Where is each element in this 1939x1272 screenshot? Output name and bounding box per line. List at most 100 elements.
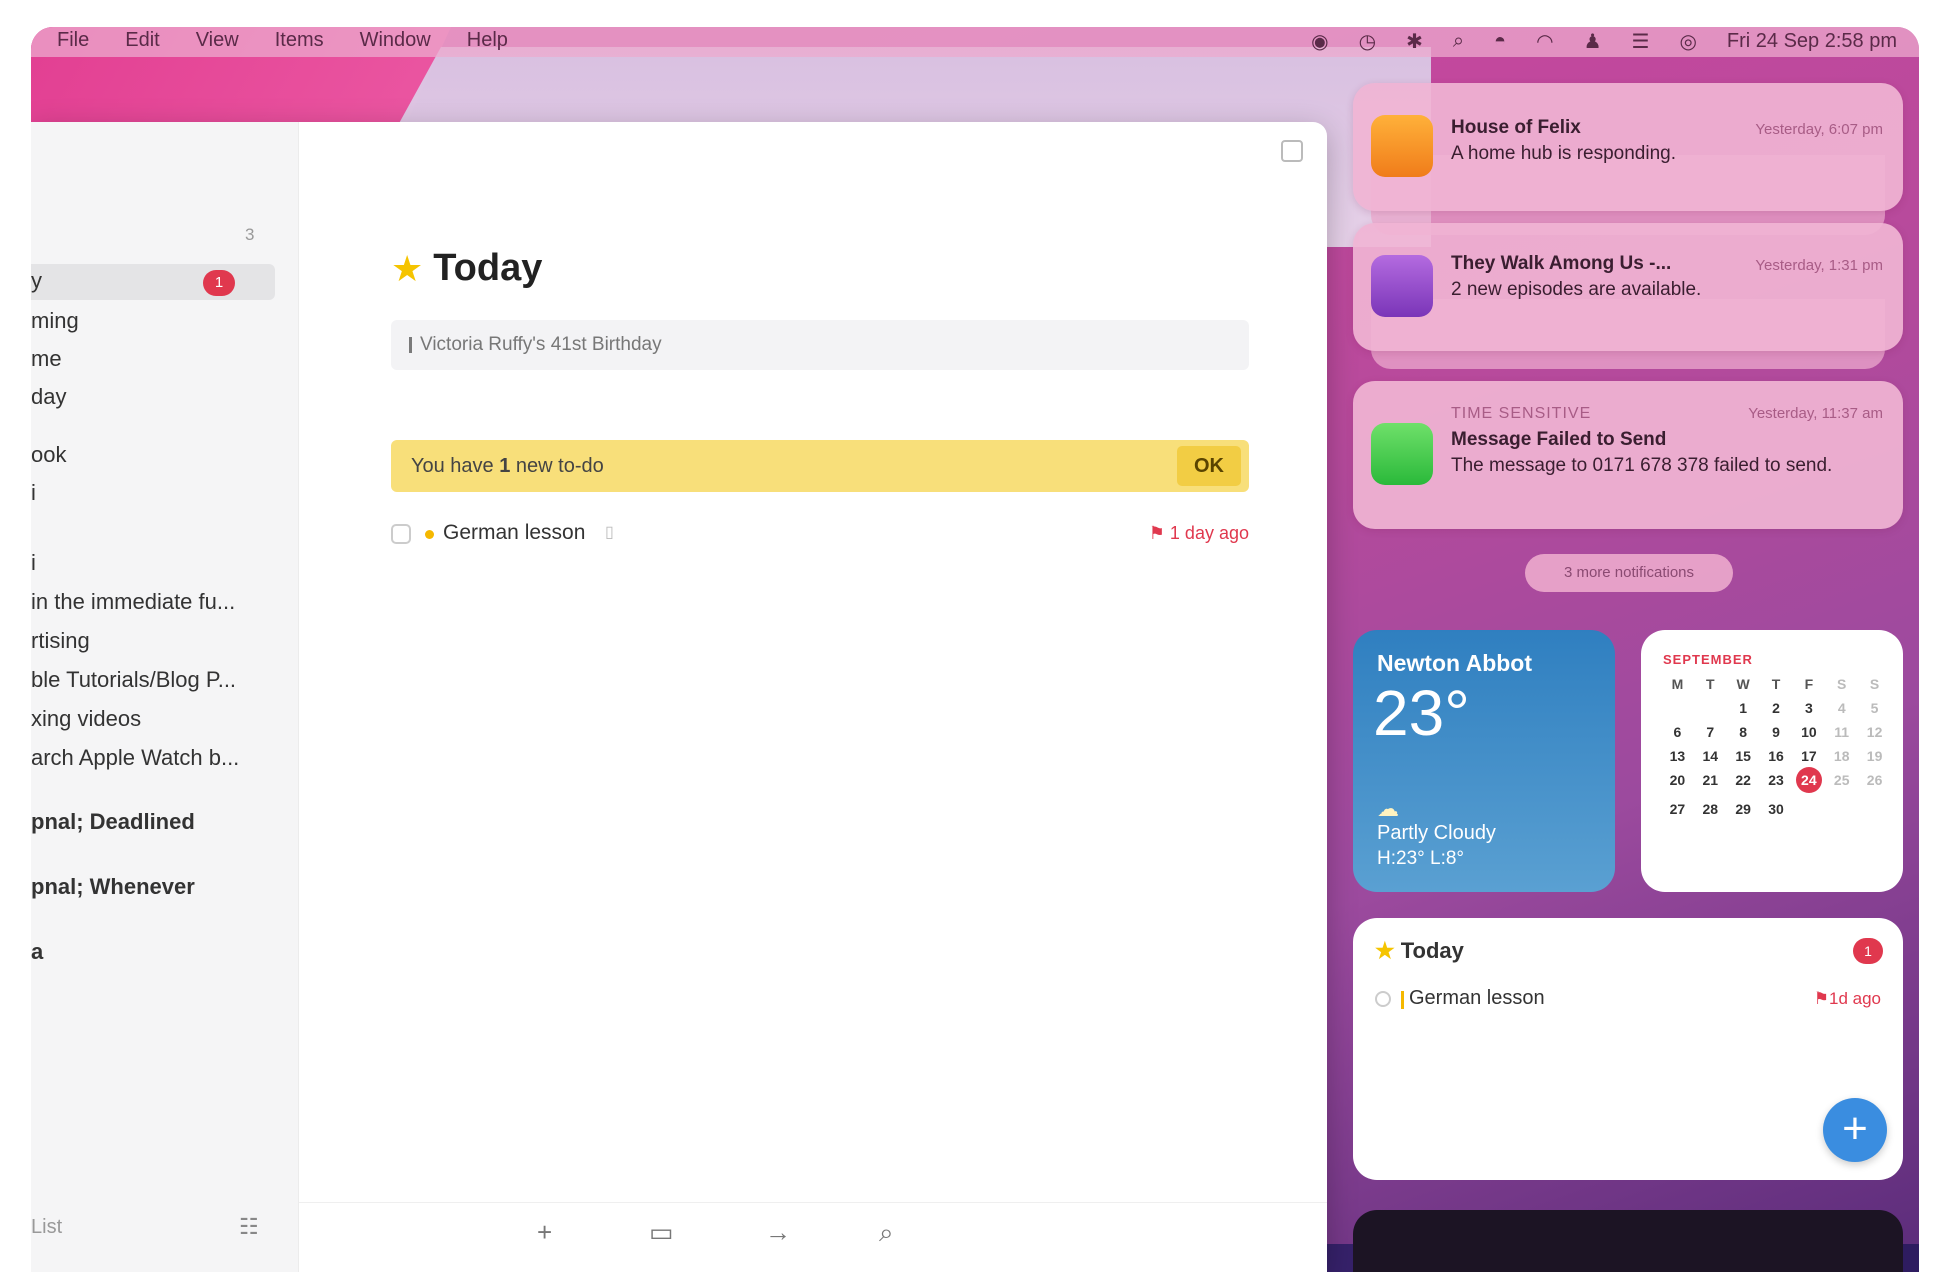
calendar-event[interactable]: Victoria Ruffy's 41st Birthday xyxy=(391,320,1249,370)
priority-dot xyxy=(425,530,434,539)
calendar-day: 17 xyxy=(1801,748,1817,764)
today-widget-task[interactable]: German lesson ⚑1d ago xyxy=(1375,986,1881,1016)
calendar-day xyxy=(1858,801,1891,817)
new-list-button[interactable]: List xyxy=(31,1216,62,1239)
sidebar-item[interactable]: pnal; Deadlined xyxy=(31,809,195,835)
notification-title: House of Felix xyxy=(1451,117,1581,138)
sidebar-item[interactable]: rtising xyxy=(31,628,90,654)
sidebar-item-today[interactable]: y xyxy=(31,268,42,294)
sidebar-item[interactable]: me xyxy=(31,346,62,372)
calendar-day: 26 xyxy=(1866,772,1883,788)
siri-icon[interactable]: ◎ xyxy=(1679,29,1696,54)
calendar-day-header: W xyxy=(1736,676,1750,692)
arrow-right-icon[interactable]: → xyxy=(765,1217,791,1248)
search-icon[interactable]: ⌕ xyxy=(879,1217,894,1249)
menubar-datetime[interactable]: Fri 24 Sep 2:58 pm xyxy=(1727,30,1897,53)
calendar-day-header: S xyxy=(1837,676,1847,692)
sliders-icon[interactable]: ☷ xyxy=(239,1214,259,1240)
sidebar-item[interactable]: arch Apple Watch b... xyxy=(31,745,239,771)
menu-view[interactable]: View xyxy=(196,29,239,52)
calendar-day: 2 xyxy=(1772,700,1780,716)
task-due: ⚑ 1 day ago xyxy=(1149,523,1249,544)
flag-icon: ⚑ xyxy=(1148,523,1170,543)
weather-condition: Partly Cloudy xyxy=(1377,822,1496,844)
menu-edit[interactable]: Edit xyxy=(125,29,159,52)
calendar-day: 29 xyxy=(1735,801,1751,817)
sidebar-item[interactable]: ook xyxy=(31,442,66,468)
user-icon[interactable]: ◉ xyxy=(1311,29,1328,54)
plus-icon[interactable]: + xyxy=(537,1217,552,1248)
menu-help[interactable]: Help xyxy=(467,29,508,52)
time-machine-icon[interactable]: ◷ xyxy=(1359,29,1376,54)
weather-widget[interactable]: Newton Abbot 23° ☁ Partly Cloudy H:23° L… xyxy=(1353,630,1615,892)
today-widget-title: Today xyxy=(1400,938,1464,963)
sidebar-count: 3 xyxy=(245,225,255,244)
ok-button[interactable]: OK xyxy=(1177,446,1241,486)
task-checkbox[interactable] xyxy=(391,524,411,544)
time-sensitive-label: TIME SENSITIVE xyxy=(1451,405,1592,422)
notice-count: 1 xyxy=(499,455,511,477)
calendar-today: 24 xyxy=(1795,767,1822,793)
calendar-day-header: M xyxy=(1671,676,1684,692)
star-icon: ★ xyxy=(1375,938,1395,963)
task-checkbox[interactable] xyxy=(1375,991,1391,1007)
notification-messages[interactable]: TIME SENSITIVE Message Failed to Send Th… xyxy=(1353,381,1903,529)
page-title: ★ Today xyxy=(391,247,542,290)
calendar-widget[interactable]: SEPTEMBER M T W T F S S 1 2 3 4 5 6 7 8 9 10 11 12 13 14 15 16… xyxy=(1641,630,1903,892)
notification-home[interactable]: House of Felix A home hub is responding.… xyxy=(1353,83,1903,211)
sidebar-selected-highlight xyxy=(31,264,275,300)
menu-bar: File Edit View Items Window Help ◉ ◷ ✱ ⌕… xyxy=(31,27,1919,57)
wifi-icon[interactable]: ◠ xyxy=(1536,29,1553,54)
search-icon[interactable]: ⌕ xyxy=(1453,30,1464,53)
calendar-day: 19 xyxy=(1866,748,1883,764)
sidebar-item[interactable]: i xyxy=(31,550,36,576)
sidebar-item[interactable]: day xyxy=(31,384,66,410)
main-pane: ★ Today Victoria Ruffy's 41st Birthday Y… xyxy=(299,122,1327,1272)
weather-city: Newton Abbot xyxy=(1377,650,1533,676)
messages-icon xyxy=(1371,423,1433,485)
calendar-day: 28 xyxy=(1702,801,1719,817)
sidebar-item[interactable]: in the immediate fu... xyxy=(31,589,235,615)
new-todo-notice: You have 1 new to-do OK xyxy=(391,440,1249,492)
task-name: German lesson xyxy=(443,521,586,544)
calendar-month: SEPTEMBER xyxy=(1663,652,1753,667)
sidebar-item[interactable]: pnal; Whenever xyxy=(31,874,195,900)
sidebar-item[interactable]: xing videos xyxy=(31,706,141,732)
notification-podcasts[interactable]: They Walk Among Us -... 2 new episodes a… xyxy=(1353,223,1903,351)
star-icon: ★ xyxy=(391,247,424,289)
world-clock-widget[interactable] xyxy=(1353,1210,1903,1272)
menu-window[interactable]: Window xyxy=(360,29,431,52)
person-icon[interactable]: ♟ xyxy=(1584,29,1602,54)
sidebar-item[interactable]: a xyxy=(31,939,43,965)
sidebar-item[interactable]: ble Tutorials/Blog P... xyxy=(31,667,236,693)
notification-time: Yesterday, 6:07 pm xyxy=(1755,121,1883,138)
copy-window-icon[interactable] xyxy=(1281,140,1303,162)
priority-marker xyxy=(1401,991,1404,1009)
more-notifications-button[interactable]: 3 more notifications xyxy=(1525,554,1733,592)
calendar-day: 10 xyxy=(1801,724,1817,740)
vpn-icon[interactable]: ◓ xyxy=(1494,30,1506,53)
partly-cloudy-icon: ☁ xyxy=(1377,796,1399,821)
calendar-day-header: S xyxy=(1869,676,1880,692)
today-widget-badge: 1 xyxy=(1853,938,1883,964)
sidebar-item[interactable]: ming xyxy=(31,308,79,334)
calendar-day: 12 xyxy=(1866,724,1883,740)
flag-icon: ⚑ xyxy=(1813,989,1829,1008)
podcasts-icon xyxy=(1371,255,1433,317)
notice-text: You have 1 new to-do xyxy=(411,455,604,478)
calendar-day: 14 xyxy=(1702,748,1719,764)
home-icon xyxy=(1371,115,1433,177)
notification-title: They Walk Among Us -... xyxy=(1451,253,1672,274)
calendar-icon[interactable]: ▭ xyxy=(649,1217,674,1248)
bluetooth-icon[interactable]: ✱ xyxy=(1406,29,1423,54)
task-row[interactable]: German lesson ▯ ⚑ 1 day ago xyxy=(391,518,1249,558)
menu-file[interactable]: File xyxy=(57,29,89,52)
today-widget[interactable]: ★ Today 1 German lesson ⚑1d ago + xyxy=(1353,918,1903,1180)
notification-body: The message to 0171 678 378 failed to se… xyxy=(1451,455,1833,476)
control-center-icon[interactable]: ☰ xyxy=(1632,29,1650,54)
sidebar-item[interactable]: i xyxy=(31,480,36,506)
desktop: File Edit View Items Window Help ◉ ◷ ✱ ⌕… xyxy=(31,27,1919,1272)
add-task-button[interactable]: + xyxy=(1823,1098,1887,1162)
notification-time: Yesterday, 11:37 am xyxy=(1748,405,1883,422)
menu-items[interactable]: Items xyxy=(275,29,324,52)
